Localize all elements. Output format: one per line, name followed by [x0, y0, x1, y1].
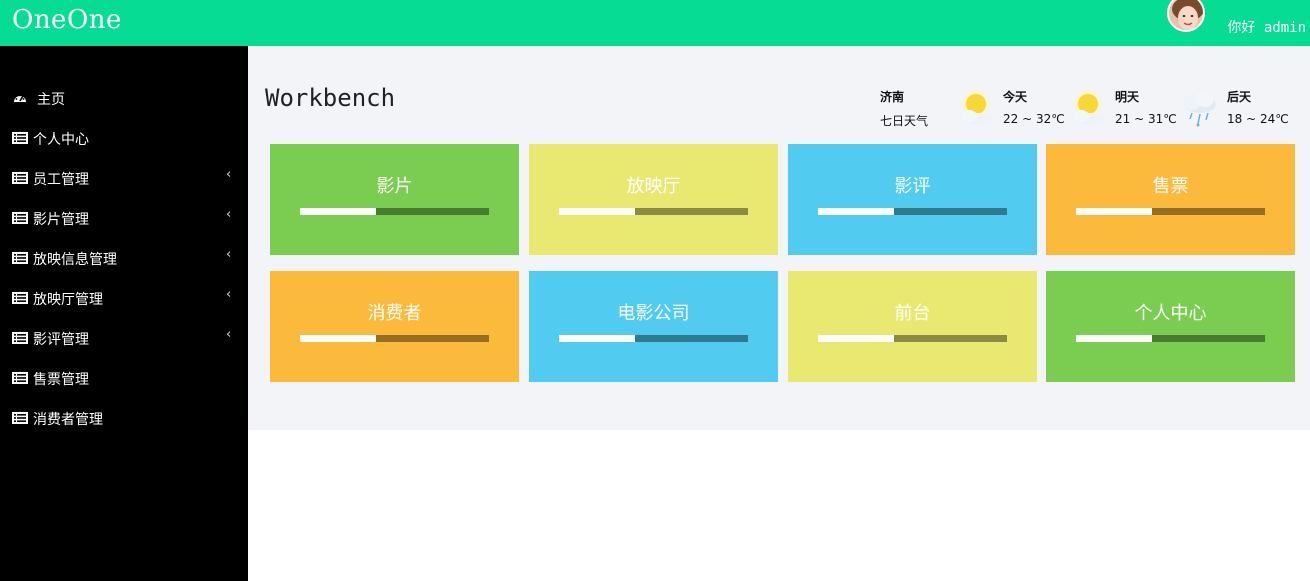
tile-progress-bar — [559, 208, 748, 215]
weather-day-tomorrow: 明天 21 ~ 31℃ — [1115, 88, 1177, 126]
top-header: OneOne 你好 admin — [0, 0, 1310, 46]
chevron-left-icon: ‹ — [226, 287, 232, 302]
sidebar-item-label: 消费者管理 — [33, 412, 103, 428]
list-icon — [12, 132, 28, 144]
chevron-left-icon: ‹ — [226, 327, 232, 342]
tile-label: 电影公司 — [617, 303, 690, 324]
weather-day-temp: 22 ~ 32℃ — [1003, 112, 1065, 126]
chevron-left-icon: ‹ — [226, 247, 232, 262]
tile-progress-fill — [559, 208, 635, 215]
tile-label: 前台 — [894, 303, 931, 324]
sidebar-item-label: 放映厅管理 — [33, 292, 103, 308]
sidebar-item-profile[interactable]: 个人中心 — [0, 118, 248, 158]
sidebar: 主页 个人中心 员工管理 ‹ 影片管理 ‹ 放映信息管理 ‹ 放映厅管理 ‹ 影… — [0, 46, 248, 581]
sidebar-item-label: 放映信息管理 — [33, 252, 117, 268]
weather-city: 济南 七日天气 — [880, 88, 928, 129]
list-icon — [12, 332, 28, 344]
avatar[interactable] — [1167, 0, 1205, 32]
tile-progress-bar — [1076, 335, 1265, 342]
list-icon — [12, 372, 28, 384]
avatar-image — [1169, 0, 1203, 30]
weather-day-label: 今天 — [1003, 90, 1028, 104]
tile-reviews[interactable]: 影评 — [788, 144, 1037, 255]
sidebar-item-staff[interactable]: 员工管理 ‹ — [0, 158, 248, 198]
sidebar-item-tickets[interactable]: 售票管理 — [0, 358, 248, 398]
weather-city-name: 济南 — [880, 90, 905, 104]
tile-tickets[interactable]: 售票 — [1046, 144, 1295, 255]
weather-day-today: 今天 22 ~ 32℃ — [1003, 88, 1065, 126]
tile-label: 影片 — [376, 176, 413, 197]
tile-progress-fill — [559, 335, 635, 342]
tile-progress-fill — [1076, 208, 1152, 215]
tile-label: 影评 — [894, 176, 931, 197]
tile-label: 放映厅 — [626, 176, 681, 197]
tile-profile[interactable]: 个人中心 — [1046, 271, 1295, 382]
tile-progress-fill — [300, 335, 376, 342]
sidebar-item-label: 主页 — [37, 92, 65, 108]
weather-day-after-tomorrow: 后天 18 ~ 24℃ — [1227, 88, 1289, 126]
tile-progress-bar — [1076, 208, 1265, 215]
sidebar-item-label: 影片管理 — [33, 212, 89, 228]
rain-cloud-icon — [1183, 91, 1216, 127]
chevron-left-icon: ‹ — [226, 207, 232, 222]
tile-films[interactable]: 影片 — [270, 144, 519, 255]
list-icon — [12, 172, 28, 184]
weather-day-temp: 21 ~ 31℃ — [1115, 112, 1177, 126]
tile-progress-fill — [1076, 335, 1152, 342]
tile-halls[interactable]: 放映厅 — [529, 144, 778, 255]
sidebar-item-label: 个人中心 — [33, 132, 89, 148]
tile-progress-bar — [300, 335, 489, 342]
tile-film-company[interactable]: 电影公司 — [529, 271, 778, 382]
sidebar-item-consumers[interactable]: 消费者管理 — [0, 398, 248, 438]
list-icon — [12, 212, 28, 224]
tile-label: 个人中心 — [1134, 303, 1207, 324]
tile-progress-bar — [300, 208, 489, 215]
page-title: Workbench — [265, 84, 396, 112]
tile-progress-bar — [818, 208, 1007, 215]
weather-subtitle[interactable]: 七日天气 — [880, 112, 928, 129]
sidebar-item-home[interactable]: 主页 — [0, 78, 248, 118]
tile-progress-fill — [818, 335, 894, 342]
tile-label: 消费者 — [367, 303, 422, 324]
sidebar-item-label: 员工管理 — [33, 172, 89, 188]
list-icon — [12, 292, 28, 304]
brand-logo[interactable]: OneOne — [12, 5, 122, 35]
tile-label: 售票 — [1152, 176, 1189, 197]
tile-front-desk[interactable]: 前台 — [788, 271, 1037, 382]
sidebar-item-halls[interactable]: 放映厅管理 ‹ — [0, 278, 248, 318]
greeting-text[interactable]: 你好 admin — [1227, 17, 1306, 37]
tile-progress-bar — [818, 335, 1007, 342]
tile-progress-fill — [300, 208, 376, 215]
tile-progress-bar — [559, 335, 748, 342]
main-content: Workbench 济南 七日天气 今天 22 ~ 32℃ 明天 21 ~ 31… — [248, 46, 1310, 430]
dashboard-icon — [14, 94, 26, 102]
sidebar-item-reviews[interactable]: 影评管理 ‹ — [0, 318, 248, 358]
weather-day-temp: 18 ~ 24℃ — [1227, 112, 1289, 126]
chevron-left-icon: ‹ — [226, 167, 232, 182]
list-icon — [12, 252, 28, 264]
sunny-cloud-icon — [961, 91, 994, 125]
list-icon — [12, 412, 28, 424]
weather-day-label: 后天 — [1227, 90, 1252, 104]
sidebar-item-films[interactable]: 影片管理 ‹ — [0, 198, 248, 238]
sidebar-item-label: 影评管理 — [33, 332, 89, 348]
tile-progress-fill — [818, 208, 894, 215]
sunny-cloud-icon — [1073, 91, 1106, 125]
weather-day-label: 明天 — [1115, 90, 1140, 104]
tile-consumers[interactable]: 消费者 — [270, 271, 519, 382]
sidebar-item-label: 售票管理 — [33, 372, 89, 388]
sidebar-item-screenings[interactable]: 放映信息管理 ‹ — [0, 238, 248, 278]
